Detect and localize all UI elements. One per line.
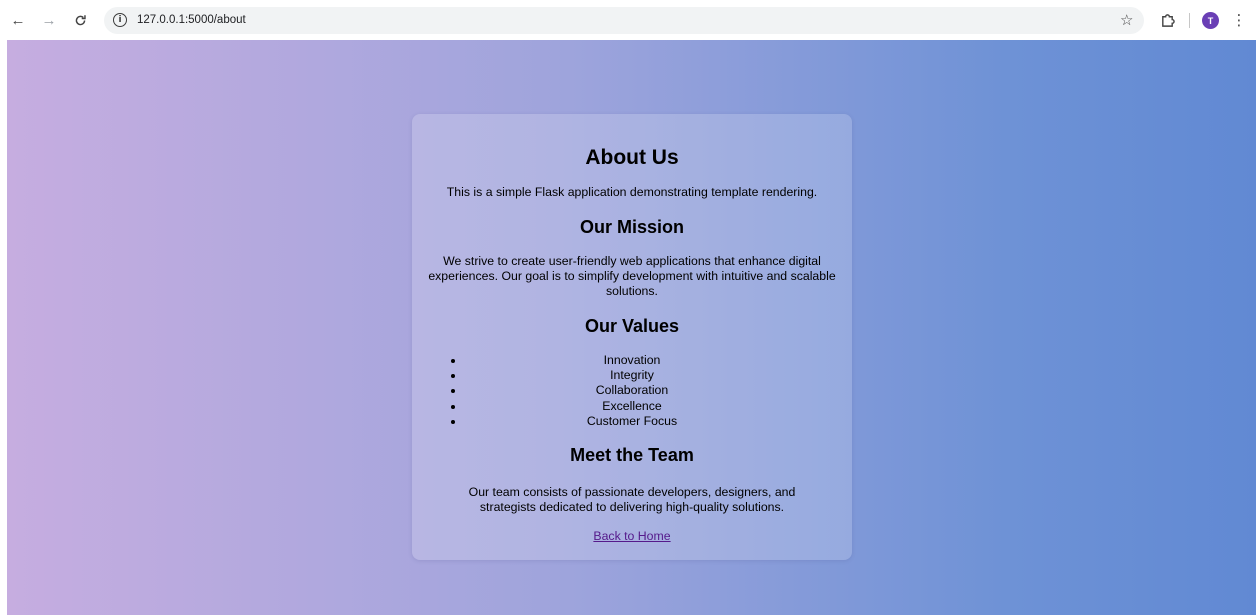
- intro-text: This is a simple Flask application demon…: [446, 185, 818, 199]
- mission-text: We strive to create user-friendly web ap…: [428, 254, 836, 298]
- arrow-left-icon: ←: [10, 11, 26, 29]
- list-item: Collaboration: [412, 383, 852, 398]
- back-to-home-link[interactable]: Back to Home: [412, 529, 852, 543]
- team-text: Our team consists of passionate develope…: [468, 485, 796, 514]
- info-icon[interactable]: i: [113, 13, 127, 27]
- list-item: Innovation: [412, 353, 852, 368]
- kebab-menu-icon[interactable]: ⋮: [1232, 10, 1247, 30]
- arrow-right-icon: →: [41, 11, 57, 29]
- list-item: Integrity: [412, 368, 852, 383]
- browser-toolbar: ← → i 127.0.0.1:5000/about ☆ T ⋮: [0, 0, 1256, 40]
- list-item: Customer Focus: [412, 414, 852, 429]
- profile-avatar[interactable]: T: [1202, 12, 1219, 29]
- extensions-button[interactable]: [1157, 10, 1177, 30]
- url-text[interactable]: 127.0.0.1:5000/about: [137, 14, 246, 26]
- address-bar[interactable]: i 127.0.0.1:5000/about ☆: [104, 7, 1144, 34]
- star-icon[interactable]: ☆: [1120, 11, 1133, 29]
- about-card: About Us This is a simple Flask applicat…: [412, 114, 852, 560]
- page-viewport: About Us This is a simple Flask applicat…: [7, 40, 1256, 615]
- values-list: Innovation Integrity Collaboration Excel…: [412, 353, 852, 429]
- page-title: About Us: [585, 146, 679, 169]
- list-item: Excellence: [412, 399, 852, 414]
- puzzle-icon: [1161, 13, 1175, 27]
- toolbar-divider: [1189, 13, 1190, 28]
- values-heading: Our Values: [584, 316, 680, 336]
- reload-icon: [75, 14, 86, 25]
- forward-button[interactable]: →: [39, 10, 59, 30]
- reload-button[interactable]: [70, 10, 90, 30]
- team-heading: Meet the Team: [570, 445, 694, 465]
- back-button[interactable]: ←: [8, 10, 28, 30]
- mission-heading: Our Mission: [579, 217, 684, 237]
